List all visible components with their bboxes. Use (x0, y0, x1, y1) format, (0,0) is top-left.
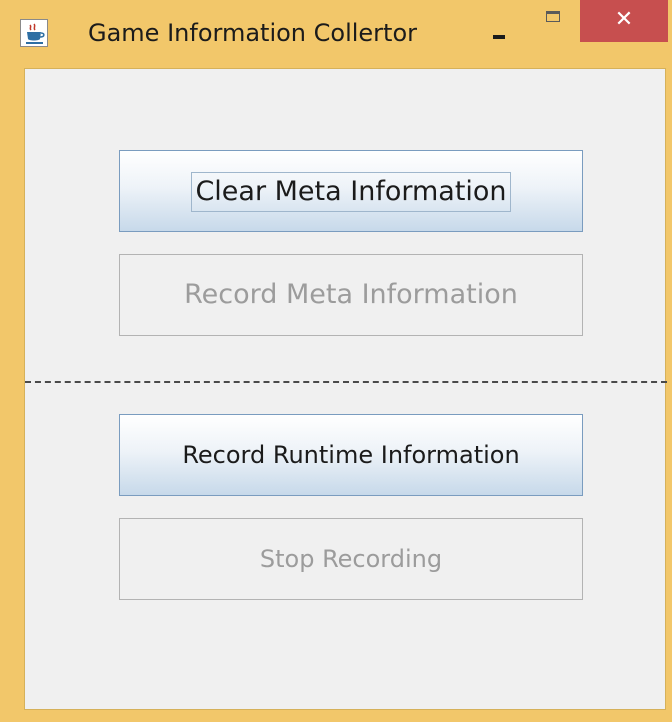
record-meta-information-button[interactable]: Record Meta Information (119, 254, 583, 336)
close-button[interactable]: ✕ (580, 0, 668, 42)
stop-recording-label: Stop Recording (259, 545, 443, 573)
minimize-icon (493, 35, 505, 39)
clear-meta-information-label: Clear Meta Information (191, 171, 511, 212)
client-area: Clear Meta Information Record Meta Infor… (24, 68, 667, 710)
minimize-button[interactable] (470, 0, 526, 42)
close-icon: ✕ (614, 7, 634, 32)
java-coffee-icon[interactable] (20, 19, 48, 47)
maximize-icon (546, 11, 560, 22)
window-title: Game Information Collertor (88, 19, 418, 47)
section-separator (25, 381, 667, 383)
stop-recording-button[interactable]: Stop Recording (119, 518, 583, 600)
record-runtime-information-label: Record Runtime Information (182, 441, 520, 469)
record-meta-information-label: Record Meta Information (184, 279, 518, 310)
maximize-button[interactable] (530, 0, 580, 42)
record-runtime-information-button[interactable]: Record Runtime Information (119, 414, 583, 496)
app-window: Game Information Collertor ✕ Clear Meta … (0, 0, 672, 722)
clear-meta-information-button[interactable]: Clear Meta Information (119, 150, 583, 232)
title-bar[interactable]: Game Information Collertor ✕ (0, 0, 672, 68)
